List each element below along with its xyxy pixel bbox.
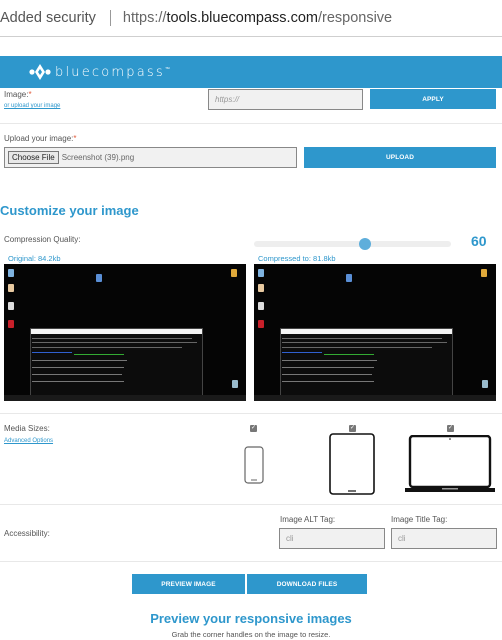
- tablet-icon[interactable]: [329, 433, 375, 500]
- laptop-icon[interactable]: [405, 434, 495, 500]
- customize-title: Customize your image: [0, 203, 139, 218]
- file-input[interactable]: Choose File Screenshot (39).png: [4, 147, 297, 168]
- laptop-checkbox[interactable]: ✓: [447, 425, 454, 432]
- original-image-preview: [4, 264, 246, 401]
- slider-thumb[interactable]: [359, 238, 371, 250]
- security-label: Added security: [0, 10, 96, 26]
- phone-checkbox[interactable]: ✓: [250, 425, 257, 432]
- upload-label: Upload your image:*: [4, 134, 77, 143]
- url-prefix: https://: [122, 10, 167, 26]
- compass-logo-icon: [29, 64, 51, 80]
- url-host: tools.bluecompass.com: [166, 10, 318, 26]
- phone-icon[interactable]: [244, 446, 264, 489]
- divider: [0, 413, 502, 414]
- preview-title: Preview your responsive images: [150, 611, 352, 626]
- file-name: Screenshot (39).png: [61, 153, 135, 162]
- divider: [0, 561, 502, 562]
- divider: [0, 123, 502, 124]
- media-sizes-label: Media Sizes:: [4, 424, 50, 433]
- tablet-checkbox[interactable]: ✓: [349, 425, 356, 432]
- compression-slider[interactable]: [254, 238, 451, 250]
- browser-gap: [0, 38, 502, 56]
- accessibility-label: Accessibility:: [4, 529, 50, 538]
- apply-button[interactable]: APPLY: [370, 89, 496, 109]
- title-tag-label: Image Title Tag:: [391, 515, 448, 524]
- compressed-image-preview: [254, 264, 496, 401]
- title-tag-input[interactable]: cli: [391, 528, 497, 549]
- upload-button[interactable]: UPLOAD: [304, 147, 496, 168]
- original-size-label: Original: 84.2kb: [8, 254, 61, 263]
- logo-text: bluecompass™: [55, 64, 173, 80]
- choose-file-button[interactable]: Choose File: [8, 151, 59, 164]
- advanced-options-link[interactable]: Advanced Options: [4, 438, 53, 444]
- site-header: bluecompass™: [0, 56, 502, 88]
- alt-tag-label: Image ALT Tag:: [280, 515, 336, 524]
- image-label: Image:*: [4, 90, 32, 99]
- alt-tag-input[interactable]: cli: [279, 528, 385, 549]
- compression-value: 60: [471, 233, 487, 249]
- address-divider: [109, 10, 111, 26]
- image-url-input[interactable]: https://: [208, 89, 363, 110]
- url-path: /responsive: [317, 10, 393, 26]
- address-bar[interactable]: Added security https://tools.bluecompass…: [0, 0, 502, 37]
- divider: [0, 504, 502, 505]
- upload-your-image-link[interactable]: or upload your image: [4, 103, 60, 109]
- preview-image-button[interactable]: PREVIEW IMAGE: [132, 574, 245, 594]
- url-text[interactable]: https://tools.bluecompass.com/responsive: [123, 10, 392, 26]
- logo[interactable]: bluecompass™: [29, 64, 172, 80]
- compression-label: Compression Quality:: [4, 235, 81, 244]
- download-files-button[interactable]: DOWNLOAD FILES: [247, 574, 367, 594]
- compressed-size-label: Compressed to: 81.8kb: [258, 254, 336, 263]
- preview-subtitle: Grab the corner handles on the image to …: [171, 630, 331, 639]
